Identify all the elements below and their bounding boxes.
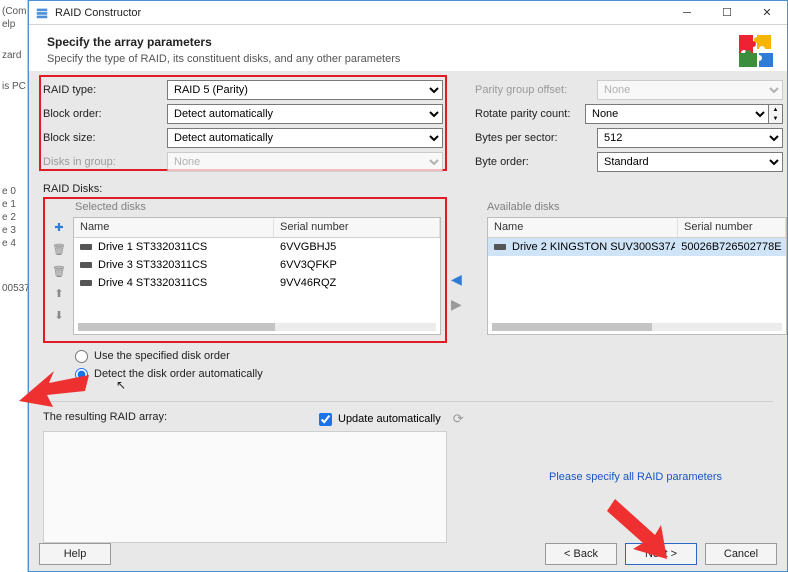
col-name[interactable]: Name <box>74 218 274 237</box>
result-label: The resulting RAID array: <box>43 411 167 423</box>
disk-order-specified-radio[interactable]: Use the specified disk order <box>75 347 263 365</box>
remove-disk-icon[interactable]: 🗑 <box>51 241 67 257</box>
close-button[interactable]: ✕ <box>747 1 787 25</box>
move-up-icon[interactable]: ⬆ <box>51 285 67 301</box>
page-heading: Specify the array parameters <box>47 35 769 49</box>
rotate-parity-spinner[interactable]: ▲▼ <box>769 104 783 124</box>
minimize-button[interactable]: ─ <box>667 1 707 25</box>
col-name[interactable]: Name <box>488 218 678 237</box>
disk-icon <box>494 244 506 250</box>
app-icon <box>35 6 49 20</box>
raid-type-label: RAID type: <box>43 84 167 96</box>
rotate-parity-label: Rotate parity count: <box>475 108 585 120</box>
disk-order-auto-radio[interactable]: Detect the disk order automatically <box>75 365 263 383</box>
parity-offset-label: Parity group offset: <box>475 84 597 96</box>
raid-constructor-window: RAID Constructor ─ ☐ ✕ Specify the array… <box>28 0 788 572</box>
disks-in-group-select: None <box>167 152 443 172</box>
available-disks-grid[interactable]: Name Serial number Drive 2 KINGSTON SUV3… <box>487 217 787 335</box>
scrollbar[interactable] <box>78 323 436 331</box>
add-disk-icon[interactable]: ✚ <box>51 219 67 235</box>
puzzle-icon <box>735 31 777 73</box>
next-button[interactable]: Next > <box>625 543 697 565</box>
selected-disks-label: Selected disks <box>75 201 146 213</box>
titlebar: RAID Constructor ─ ☐ ✕ <box>29 1 787 25</box>
refresh-icon[interactable]: ⟳ <box>453 411 464 427</box>
move-down-icon[interactable]: ⬇ <box>51 307 67 323</box>
background-app-strip: (Com elp zard is PC e 0 e 1 e 2 e 3 e 4 … <box>0 0 28 572</box>
table-row[interactable]: Drive 4 ST3320311CS 9VV46RQZ <box>74 274 440 292</box>
back-button[interactable]: < Back <box>545 543 617 565</box>
col-serial[interactable]: Serial number <box>274 218 440 237</box>
wizard-body: RAID type: RAID 5 (Parity) Block order: … <box>29 71 787 571</box>
available-disks-label: Available disks <box>487 201 560 213</box>
parity-offset-select: None <box>597 80 783 100</box>
scrollbar[interactable] <box>492 323 782 331</box>
block-size-label: Block size: <box>43 132 167 144</box>
separator <box>43 401 773 402</box>
bytes-sector-select[interactable]: 512 <box>597 128 783 148</box>
block-size-select[interactable]: Detect automatically <box>167 128 443 148</box>
move-right-icon[interactable]: ▶ <box>451 296 462 313</box>
wizard-header: Specify the array parameters Specify the… <box>29 25 787 73</box>
table-row[interactable]: Drive 2 KINGSTON SUV300S37A240G 50026B72… <box>488 238 786 256</box>
byte-order-label: Byte order: <box>475 156 597 168</box>
update-automatically-checkbox[interactable]: Update automatically <box>319 413 441 426</box>
page-subheading: Specify the type of RAID, its constituen… <box>47 53 769 65</box>
raid-type-select[interactable]: RAID 5 (Parity) <box>167 80 443 100</box>
col-serial[interactable]: Serial number <box>678 218 786 237</box>
result-array-panel <box>43 431 447 543</box>
disk-icon <box>80 262 92 268</box>
block-order-label: Block order: <box>43 108 167 120</box>
move-left-icon[interactable]: ◀ <box>451 271 462 288</box>
bytes-sector-label: Bytes per sector: <box>475 132 597 144</box>
maximize-button[interactable]: ☐ <box>707 1 747 25</box>
rotate-parity-select[interactable]: None <box>585 104 769 124</box>
block-order-select[interactable]: Detect automatically <box>167 104 443 124</box>
wizard-buttons: Help < Back Next > Cancel <box>29 541 787 571</box>
byte-order-select[interactable]: Standard <box>597 152 783 172</box>
table-row[interactable]: Drive 1 ST3320311CS 6VVGBHJ5 <box>74 238 440 256</box>
raid-disks-label: RAID Disks: <box>43 183 102 195</box>
status-message: Please specify all RAID parameters <box>549 471 722 483</box>
cancel-button[interactable]: Cancel <box>705 543 777 565</box>
table-row[interactable]: Drive 3 ST3320311CS 6VV3QFKP <box>74 256 440 274</box>
help-button[interactable]: Help <box>39 543 111 565</box>
window-title: RAID Constructor <box>55 7 667 19</box>
selected-disks-grid[interactable]: Name Serial number Drive 1 ST3320311CS 6… <box>73 217 441 335</box>
disks-in-group-label: Disks in group: <box>43 156 167 168</box>
disk-icon <box>80 244 92 250</box>
clear-disks-icon[interactable]: 🗑 <box>51 263 67 279</box>
disk-icon <box>80 280 92 286</box>
